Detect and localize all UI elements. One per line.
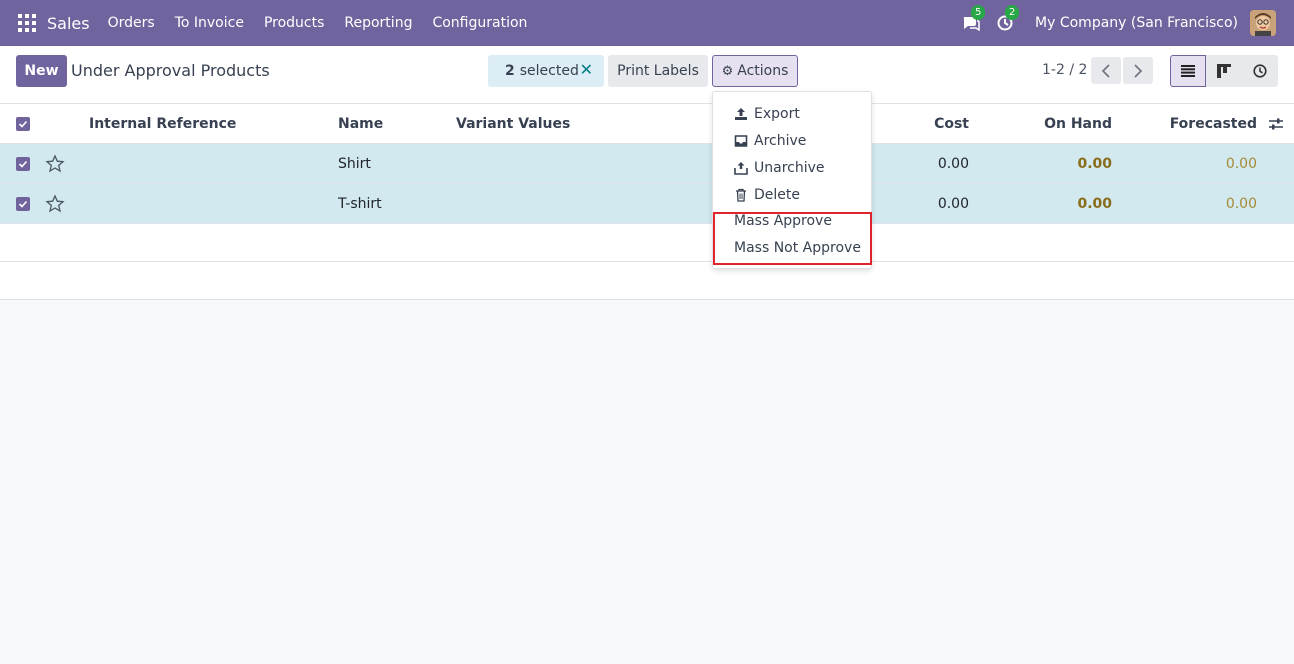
- action-archive[interactable]: Archive: [734, 129, 806, 153]
- top-navbar: Sales Orders To Invoice Products Reporti…: [0, 0, 1294, 46]
- chat-count-badge: 5: [971, 5, 986, 20]
- table-row[interactable]: Shirt 0.00 0.00 0.00: [0, 144, 1294, 184]
- pager-next-button[interactable]: [1123, 57, 1153, 84]
- menu-item-to-invoice[interactable]: To Invoice: [175, 15, 244, 31]
- row-on-hand: 0.00: [1077, 196, 1112, 212]
- list-icon: [1181, 65, 1195, 77]
- action-unarchive-label: Unarchive: [754, 160, 825, 176]
- unarchive-icon: [734, 162, 748, 175]
- row-checkbox[interactable]: [16, 157, 30, 171]
- row-name: Shirt: [338, 156, 371, 172]
- action-archive-label: Archive: [754, 133, 807, 149]
- navbar-systray: 5 2 My Company (San Francisco): [961, 0, 1294, 46]
- page-title: Under Approval Products: [71, 61, 270, 80]
- selection-indicator: 2 selected ✕: [488, 55, 604, 87]
- action-export[interactable]: Export: [734, 102, 800, 126]
- row-cost: 0.00: [937, 196, 969, 212]
- chevron-left-icon: [1101, 63, 1110, 78]
- row-forecasted: 0.00: [1225, 196, 1257, 212]
- control-panel: New Under Approval Products 2 selected ✕…: [0, 46, 1294, 104]
- action-delete-label: Delete: [754, 187, 800, 203]
- row-checkbox[interactable]: [16, 197, 30, 211]
- upload-icon: [735, 108, 747, 120]
- action-delete[interactable]: Delete: [734, 183, 800, 207]
- table-row[interactable]: T-shirt 0.00 0.00 0.00: [0, 184, 1294, 224]
- selected-count: 2: [505, 63, 515, 79]
- actions-button[interactable]: ⚙ Actions: [712, 55, 798, 87]
- chevron-right-icon: [1134, 63, 1143, 78]
- kanban-view-button[interactable]: [1206, 55, 1242, 87]
- optional-columns-icon[interactable]: [1268, 116, 1284, 132]
- company-switcher[interactable]: My Company (San Francisco): [1035, 15, 1238, 31]
- trash-icon: [736, 188, 746, 202]
- clear-selection-icon[interactable]: ✕: [580, 60, 593, 79]
- row-cost: 0.00: [937, 156, 969, 172]
- list-view-button[interactable]: [1170, 55, 1206, 87]
- apps-menu-icon[interactable]: [18, 14, 36, 32]
- column-internal-reference[interactable]: Internal Reference: [89, 104, 236, 144]
- chat-icon[interactable]: 5: [961, 5, 986, 33]
- selected-label: selected: [519, 63, 579, 79]
- highlight-annotation-box: [713, 212, 872, 265]
- table-header: Internal Reference Name Variant Values C…: [0, 104, 1294, 144]
- new-button[interactable]: New: [16, 55, 67, 87]
- pager-previous-button[interactable]: [1091, 57, 1121, 84]
- main-menu: Orders To Invoice Products Reporting Con…: [108, 15, 548, 31]
- row-name: T-shirt: [338, 196, 382, 212]
- row-forecasted: 0.00: [1225, 156, 1257, 172]
- menu-item-configuration[interactable]: Configuration: [432, 15, 527, 31]
- row-on-hand: 0.00: [1077, 156, 1112, 172]
- column-cost[interactable]: Cost: [880, 104, 969, 144]
- column-variant-values[interactable]: Variant Values: [456, 104, 570, 144]
- favorite-star-icon[interactable]: [45, 154, 65, 174]
- clock-icon: [1253, 64, 1267, 78]
- gear-icon: ⚙: [721, 63, 734, 79]
- empty-row: [0, 224, 1294, 262]
- inbox-icon: [734, 135, 748, 147]
- activity-view-button[interactable]: [1242, 55, 1278, 87]
- activity-clock-icon[interactable]: 2: [995, 5, 1020, 33]
- product-list: Internal Reference Name Variant Values C…: [0, 104, 1294, 300]
- menu-item-orders[interactable]: Orders: [108, 15, 155, 31]
- action-unarchive[interactable]: Unarchive: [734, 156, 825, 180]
- user-avatar[interactable]: [1250, 10, 1276, 36]
- view-switcher: [1170, 55, 1278, 87]
- column-name[interactable]: Name: [338, 104, 383, 144]
- menu-item-reporting[interactable]: Reporting: [344, 15, 412, 31]
- column-on-hand[interactable]: On Hand: [1000, 104, 1112, 144]
- empty-row: [0, 262, 1294, 300]
- action-export-label: Export: [754, 106, 800, 122]
- app-name[interactable]: Sales: [47, 14, 90, 33]
- select-all-checkbox[interactable]: [16, 117, 30, 131]
- favorite-star-icon[interactable]: [45, 194, 65, 214]
- actions-label: Actions: [737, 63, 789, 79]
- kanban-icon: [1217, 64, 1231, 78]
- pager-value[interactable]: 1-2 / 2: [1042, 62, 1087, 78]
- activity-count-badge: 2: [1005, 5, 1020, 20]
- column-forecasted[interactable]: Forecasted: [1140, 104, 1257, 144]
- menu-item-products[interactable]: Products: [264, 15, 324, 31]
- print-labels-button[interactable]: Print Labels: [608, 55, 708, 87]
